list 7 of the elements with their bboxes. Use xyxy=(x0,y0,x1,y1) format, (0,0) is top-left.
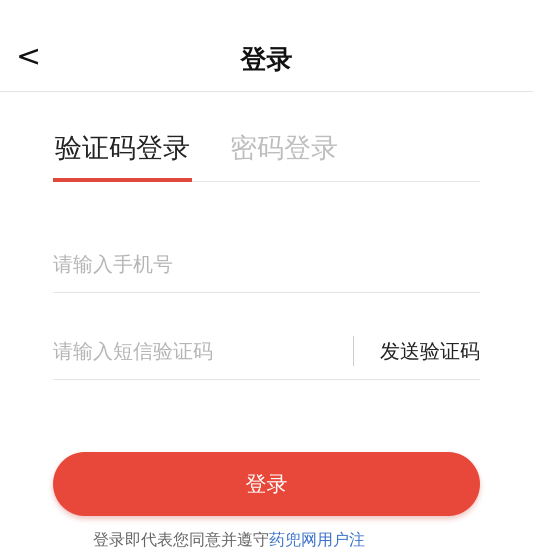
send-code-button[interactable]: 发送验证码 xyxy=(380,338,480,364)
page-title: 登录 xyxy=(240,44,292,77)
back-button[interactable]: < xyxy=(12,42,46,72)
agreement-text: 登录即代表您同意并遵守 xyxy=(93,530,269,549)
login-button[interactable]: 登录 xyxy=(53,452,480,516)
login-tab[interactable]: 验证码登录 xyxy=(53,130,192,182)
agreement-link[interactable]: 药兜网用户注 xyxy=(269,530,365,549)
